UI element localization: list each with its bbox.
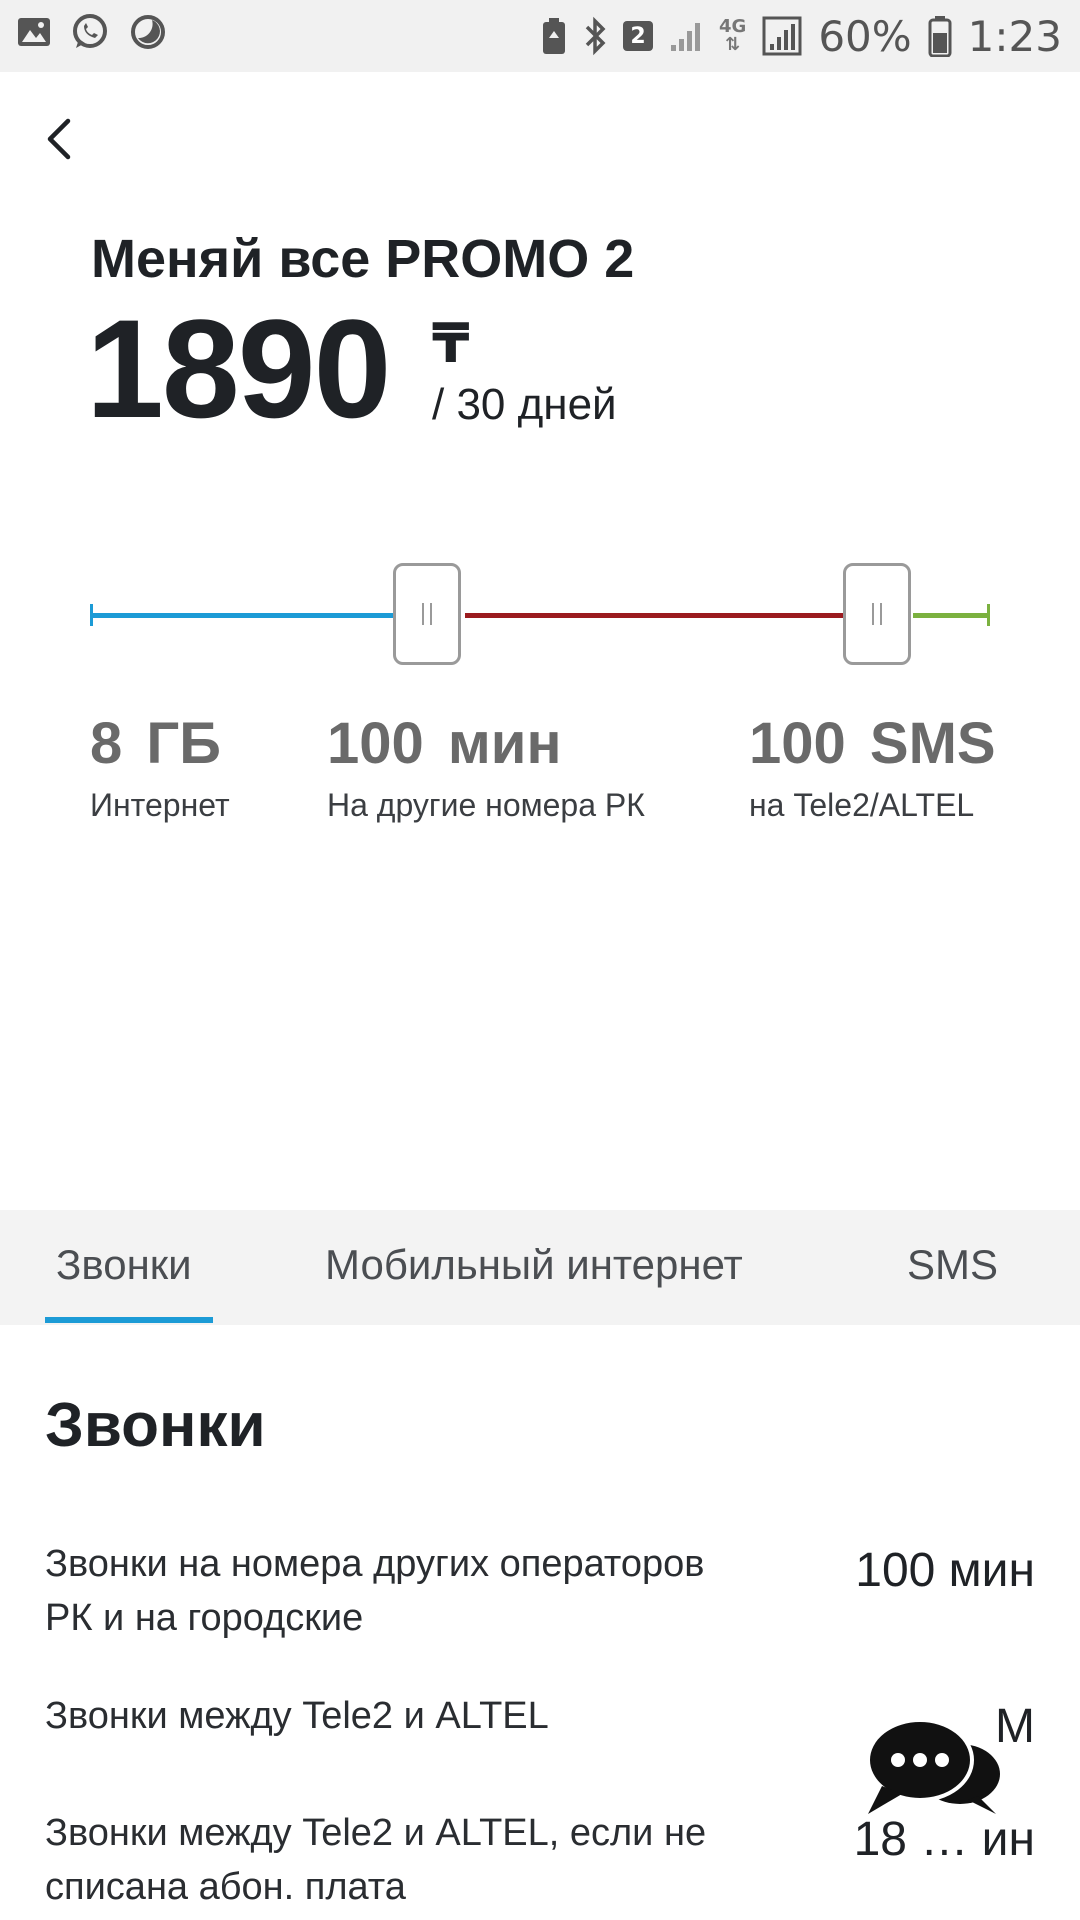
chat-bubbles-icon	[866, 1718, 1000, 1814]
stat-label: На другие номера РК	[327, 787, 645, 823]
stat-sms: 100 SMS на Tele2/ALTEL	[749, 710, 996, 824]
tariff-price: 1890	[86, 290, 391, 447]
slider-end-tick	[987, 604, 990, 626]
moon-icon	[128, 12, 168, 52]
tab-mobile-internet[interactable]: Мобильный интернет	[325, 1210, 743, 1325]
row-value: 100 мин	[855, 1544, 1035, 1597]
stat-value: 100 мин	[327, 711, 562, 776]
whatsapp-icon	[70, 12, 110, 52]
bluetooth-icon	[583, 16, 607, 56]
clock: 1:23	[967, 11, 1062, 61]
currency-symbol: ₸	[432, 314, 470, 374]
chat-button[interactable]	[860, 1710, 1010, 1830]
slider-handle-internet-calls[interactable]	[393, 563, 461, 665]
grip-icon	[872, 603, 882, 625]
lte-icon: 4G ⇅	[719, 16, 747, 55]
grip-icon	[422, 603, 432, 625]
list-item: Звонки на номера других операторов РК и …	[45, 1537, 1035, 1657]
package-slider[interactable]	[90, 560, 990, 670]
gallery-icon	[16, 14, 52, 50]
chevron-left-icon	[47, 118, 71, 160]
tab-sms[interactable]: SMS	[907, 1210, 998, 1325]
row-label: Звонки между Tele2 и ALTEL	[45, 1695, 549, 1737]
stat-value: 8 ГБ	[90, 711, 221, 776]
status-bar: 2 4G ⇅ 60% 1:23	[0, 0, 1080, 72]
stat-calls: 100 мин На другие номера РК	[327, 710, 645, 824]
battery-percent: 60%	[818, 11, 912, 61]
slider-internet-segment	[90, 613, 395, 618]
slider-calls-segment	[465, 613, 843, 618]
row-label: Звонки между Tele2 и ALTEL, если не спис…	[45, 1812, 707, 1908]
stat-label: на Tele2/ALTEL	[749, 787, 975, 823]
battery-icon	[928, 15, 952, 57]
tab-calls[interactable]: Звонки	[56, 1210, 192, 1325]
stat-label: Интернет	[90, 787, 230, 823]
tab-bar: Звонки Мобильный интернет SMS	[0, 1210, 1080, 1325]
section-title: Звонки	[45, 1391, 266, 1460]
signal-icon	[762, 16, 802, 56]
signal-icon	[669, 19, 703, 53]
slider-handle-calls-sms[interactable]	[843, 563, 911, 665]
tariff-title: Меняй все PROMO 2	[91, 229, 635, 289]
battery-saver-icon	[541, 16, 567, 56]
row-label: Звонки на номера других операторов РК и …	[45, 1543, 705, 1639]
stat-internet: 8 ГБ Интернет	[90, 710, 230, 824]
stat-value: 100 SMS	[749, 711, 996, 776]
active-tab-indicator	[45, 1317, 213, 1323]
sim2-icon: 2	[623, 21, 653, 51]
back-button[interactable]	[36, 104, 88, 174]
slider-sms-segment	[913, 613, 990, 618]
tariff-period: / 30 дней	[432, 380, 617, 429]
